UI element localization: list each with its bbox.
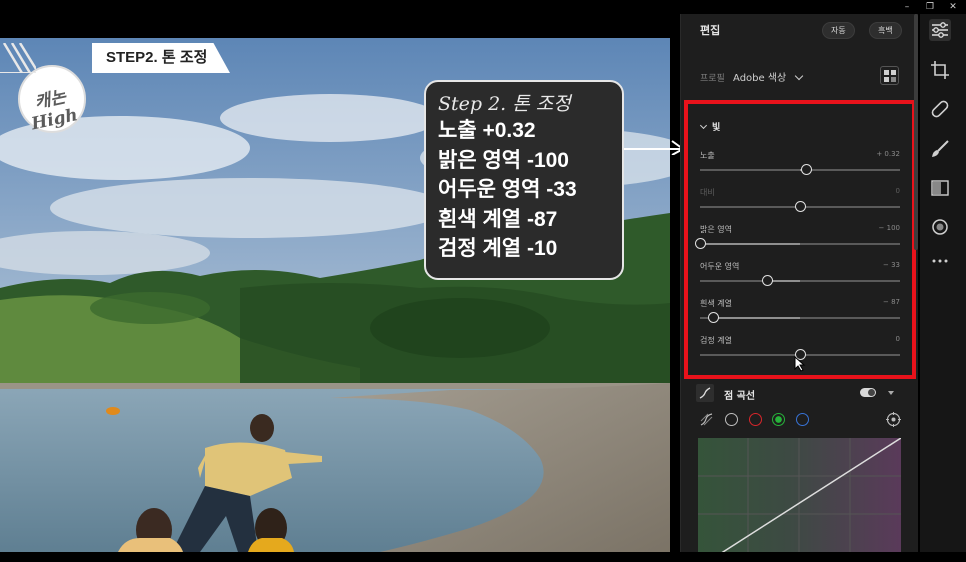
restore-button[interactable]: ❐ <box>919 1 941 13</box>
healing-icon <box>931 100 949 118</box>
callout-shadows: 어두운 영역 -33 <box>438 178 577 201</box>
callout-exposure: 노출 +0.32 <box>438 119 536 142</box>
radial-tool-button[interactable] <box>929 216 951 238</box>
shadows-slider[interactable]: 어두운 영역 − 33 <box>700 261 900 295</box>
slider-knob[interactable] <box>694 238 706 249</box>
callout-whites: 흰색 계열 -87 <box>438 207 558 231</box>
tool-strip <box>920 14 966 552</box>
slider-label: 밝은 영역 <box>700 225 732 234</box>
profile-value: Adobe 색상 <box>733 73 787 84</box>
panel-scrollbar[interactable] <box>914 14 918 250</box>
profile-browser-button[interactable] <box>880 66 899 85</box>
slider-knob[interactable] <box>800 164 812 175</box>
pointer-arrow-icon <box>624 140 685 155</box>
slider-value[interactable]: − 100 <box>879 224 900 232</box>
exposure-slider[interactable]: 노출 + 0.32 <box>700 150 900 184</box>
slider-knob[interactable] <box>707 312 719 323</box>
gradient-tool-button[interactable] <box>929 177 951 199</box>
slider-value[interactable]: 0 <box>896 335 900 343</box>
slider-value[interactable]: 0 <box>896 187 900 195</box>
parametric-curve-icon[interactable] <box>699 412 714 427</box>
crop-tool-button[interactable] <box>929 59 951 81</box>
blue-channel-button[interactable] <box>796 413 809 426</box>
slider-value[interactable]: − 87 <box>883 298 900 306</box>
slider-label: 흰색 계열 <box>700 299 732 308</box>
slider-label: 대비 <box>700 188 715 197</box>
slider-track[interactable] <box>700 280 900 282</box>
light-section-label: 빛 <box>712 123 721 133</box>
slider-value[interactable]: + 0.32 <box>876 150 900 158</box>
edit-tool-button[interactable] <box>929 19 951 41</box>
curve-plot <box>698 438 901 552</box>
gradient-icon <box>931 180 949 196</box>
slider-label: 노출 <box>700 151 715 160</box>
radial-icon <box>932 219 948 235</box>
profile-selector[interactable]: 프로필 Adobe 색상 <box>700 69 804 84</box>
green-channel-button[interactable] <box>772 413 785 426</box>
photo-canvas[interactable]: 캐논 High STEP2. 톤 조정 Step 2. 톤 조정 노출 +0.3… <box>0 38 670 552</box>
slider-label: 어두운 영역 <box>700 262 740 271</box>
target-adjust-icon[interactable] <box>886 412 901 427</box>
chevron-down-icon <box>699 121 708 130</box>
curve-icon <box>696 384 714 402</box>
slider-track[interactable] <box>700 317 900 319</box>
mouse-cursor-icon <box>794 356 806 372</box>
banner-stripes-icon <box>0 43 36 73</box>
crop-icon <box>931 61 949 79</box>
contrast-slider[interactable]: 대비 0 <box>700 187 900 221</box>
callout-blacks: 검정 계열 -10 <box>438 237 558 260</box>
tone-curve-graph[interactable] <box>698 438 901 552</box>
light-section: 빛 노출 + 0.32 대비 0 밝은 영역 − 100 어두운 영역 − 33… <box>684 100 916 379</box>
brush-tool-button[interactable] <box>929 138 951 160</box>
profile-label: 프로필 <box>700 74 725 84</box>
grid-icon <box>884 70 889 75</box>
minimize-button[interactable]: – <box>896 1 918 13</box>
curve-toggle[interactable] <box>860 388 876 397</box>
more-icon <box>932 259 948 263</box>
red-channel-button[interactable] <box>749 413 762 426</box>
channel-logo: 캐논 High <box>18 65 86 134</box>
chevron-down-icon[interactable] <box>888 391 894 395</box>
healing-tool-button[interactable] <box>929 98 951 120</box>
whites-slider[interactable]: 흰색 계열 − 87 <box>700 298 900 332</box>
auto-button[interactable]: 자동 <box>822 22 855 39</box>
slider-knob[interactable] <box>761 275 773 286</box>
step-banner: STEP2. 톤 조정 <box>92 43 230 73</box>
tone-callout: Step 2. 톤 조정 노출 +0.32 밝은 영역 -100 어두운 영역 … <box>424 80 624 280</box>
chevron-down-icon <box>795 71 804 81</box>
sliders-icon <box>932 22 948 38</box>
more-tools-button[interactable] <box>929 250 951 272</box>
callout-highlights: 밝은 영역 -100 <box>438 148 569 172</box>
light-section-header[interactable]: 빛 <box>699 120 721 133</box>
point-curve-header[interactable]: 점 곡선 <box>696 384 906 402</box>
title-bar: – ❐ ✕ <box>0 0 966 14</box>
curve-channels <box>699 411 904 429</box>
callout-title: Step 2. 톤 조정 <box>438 93 571 115</box>
slider-knob[interactable] <box>794 201 806 212</box>
point-curve-label: 점 곡선 <box>724 391 756 402</box>
panel-title: 편집 <box>700 24 721 37</box>
highlights-slider[interactable]: 밝은 영역 − 100 <box>694 224 900 258</box>
edit-panel: 편집 자동 흑백 프로필 Adobe 색상 빛 노출 + 0.32 대비 0 밝… <box>680 14 918 552</box>
rgb-channel-button[interactable] <box>725 413 738 426</box>
slider-label: 검정 계열 <box>700 336 732 345</box>
close-button[interactable]: ✕ <box>942 1 964 13</box>
bw-button[interactable]: 흑백 <box>869 22 902 39</box>
brush-icon <box>932 140 949 157</box>
app-window: – ❐ ✕ 캐논 High STEP2. 톤 조정 Step 2. 톤 조정 노… <box>0 0 966 562</box>
slider-track[interactable] <box>700 243 900 245</box>
slider-value[interactable]: − 33 <box>883 261 900 269</box>
